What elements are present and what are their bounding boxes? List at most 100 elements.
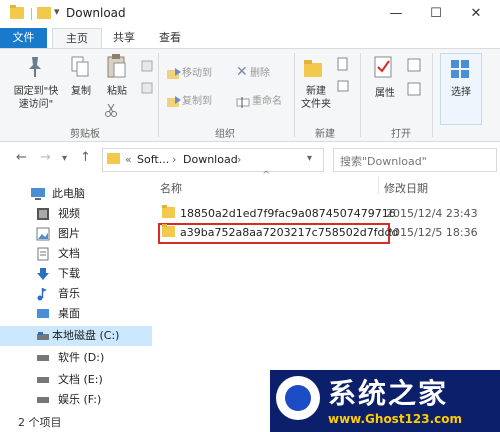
title-bar: ▾ Download — ☐ ✕ (0, 0, 500, 28)
nav-item-label: 本地磁盘 (C:) (52, 329, 120, 342)
nav-item-pictures[interactable]: 图片 (36, 224, 152, 244)
new-folder-label-1[interactable]: 新建 (296, 85, 336, 98)
rename-button[interactable]: 重命名 (252, 95, 298, 108)
new-item-icon[interactable] (336, 57, 350, 71)
music-icon (37, 288, 47, 301)
video-icon (37, 208, 49, 220)
watermark: 系统之家 www.Ghost123.com (270, 370, 500, 432)
qat-separator (31, 8, 32, 20)
paste-shortcut-icon[interactable] (140, 81, 154, 95)
nav-item-music[interactable]: 音乐 (36, 284, 152, 304)
tab-share[interactable]: 共享 (104, 28, 144, 48)
copy-button[interactable]: 复制 (64, 85, 98, 98)
easy-access-icon[interactable] (336, 79, 350, 93)
nav-item-local-disk-c[interactable]: 本地磁盘 (C:) (0, 326, 152, 346)
move-to-button[interactable]: 移动到 (182, 67, 238, 80)
minimize-button[interactable]: — (376, 2, 416, 26)
breadcrumb-item[interactable]: Soft... (137, 153, 169, 166)
cut-icon[interactable] (104, 103, 118, 117)
item-count: 2 个项目 (18, 416, 62, 429)
search-input[interactable]: 搜索"Download" (333, 148, 497, 172)
nav-item-label: 桌面 (58, 307, 80, 320)
nav-item-documents[interactable]: 文档 (36, 244, 152, 264)
nav-item-downloads[interactable]: 下载 (36, 264, 152, 284)
file-name: 18850a2d1ed7f9fac9a0874507479716 (180, 207, 396, 220)
folder-icon (107, 153, 120, 164)
ribbon-separator (294, 53, 295, 137)
watermark-title: 系统之家 (328, 377, 449, 410)
breadcrumb-separator[interactable]: › (237, 153, 241, 166)
folder-icon (162, 205, 175, 218)
ribbon-separator (158, 53, 159, 137)
nav-item-label: 此电脑 (52, 187, 85, 200)
nav-item-drive-f[interactable]: 娱乐 (F:) (36, 390, 152, 410)
select-button[interactable]: 选择 (440, 53, 482, 125)
paste-icon (107, 54, 126, 78)
table-row[interactable]: a39ba752a8aa7203217c758502d7fddd 2015/12… (158, 223, 500, 244)
pin-icon (29, 57, 41, 77)
nav-item-label: 音乐 (58, 287, 80, 300)
nav-item-this-pc[interactable]: 此电脑 (30, 184, 152, 204)
breadcrumb-current[interactable]: Download (183, 153, 238, 166)
drive-icon (37, 397, 49, 403)
file-date: 2015/12/5 18:36 (386, 226, 478, 239)
delete-icon: ✕ (236, 64, 248, 80)
nav-item-desktop[interactable]: 桌面 (36, 304, 152, 324)
table-row[interactable]: 18850a2d1ed7f9fac9a0874507479716 2015/12… (158, 204, 500, 223)
nav-item-label: 视频 (58, 207, 80, 220)
search-placeholder: 搜索"Download" (340, 155, 427, 168)
copy-path-icon[interactable] (140, 59, 154, 73)
nav-item-drive-d[interactable]: 软件 (D:) (36, 348, 152, 368)
open-group-label: 打开 (391, 129, 411, 140)
properties-button[interactable]: 属性 (368, 87, 402, 100)
breadcrumb-separator[interactable]: › (172, 153, 176, 166)
nav-item-label: 下载 (58, 267, 80, 280)
nav-item-label: 文档 (E:) (58, 373, 103, 386)
nav-item-label: 软件 (D:) (58, 351, 105, 364)
close-button[interactable]: ✕ (456, 2, 496, 26)
nav-item-videos[interactable]: 视频 (36, 204, 152, 224)
pin-button-label-1[interactable]: 固定到"快 (6, 85, 66, 98)
qat-dropdown-icon[interactable]: ▾ (54, 5, 60, 18)
organize-group-label: 组织 (215, 129, 235, 140)
paste-button[interactable]: 粘贴 (100, 85, 134, 98)
column-header-name[interactable]: 名称 (160, 180, 182, 196)
edit-icon[interactable] (406, 81, 422, 97)
tab-file[interactable]: 文件 (0, 28, 47, 48)
maximize-button[interactable]: ☐ (416, 2, 456, 26)
drive-icon (37, 355, 49, 361)
copy-icon (71, 56, 89, 77)
up-button[interactable]: ↑ (80, 150, 91, 165)
navigation-row: ← → ▾ ↑ « Soft... › Download › ▾ 搜索"Down… (0, 145, 500, 173)
drive-icon (37, 332, 49, 340)
ribbon-tabs: 文件 主页 共享 查看 (0, 28, 500, 49)
back-button[interactable]: ← (16, 150, 27, 165)
file-date: 2015/12/4 23:43 (386, 207, 478, 220)
recent-locations-icon[interactable]: ▾ (62, 153, 67, 164)
pin-button-label-2[interactable]: 速访问" (6, 98, 66, 111)
drive-icon (37, 377, 49, 383)
watermark-logo (276, 376, 320, 420)
column-header-date[interactable]: 修改日期 (384, 180, 428, 196)
column-divider[interactable] (378, 176, 379, 194)
folder-icon (10, 5, 24, 19)
tab-home[interactable]: 主页 (52, 28, 102, 49)
file-name: a39ba752a8aa7203217c758502d7fddd (180, 226, 399, 239)
address-bar[interactable]: « Soft... › Download › ▾ (102, 148, 324, 172)
clipboard-group-label: 剪贴板 (70, 129, 100, 140)
tab-view[interactable]: 查看 (150, 28, 190, 48)
new-folder-label-2[interactable]: 文件夹 (296, 98, 336, 111)
delete-button[interactable]: 删除 (250, 67, 290, 80)
forward-button[interactable]: → (40, 150, 51, 165)
picture-icon (36, 227, 50, 241)
open-icon[interactable] (406, 57, 422, 73)
nav-item-drive-e[interactable]: 文档 (E:) (36, 370, 152, 390)
new-folder-qat-icon[interactable] (37, 7, 51, 19)
address-dropdown-icon[interactable]: ▾ (307, 153, 312, 164)
copy-to-button[interactable]: 复制到 (182, 95, 238, 108)
navigation-pane: 此电脑 视频 图片 文档 下载 音乐 桌面 本地磁盘 (C:) 软件 (D:) … (0, 178, 152, 410)
desktop-icon (37, 309, 49, 318)
breadcrumb-overflow[interactable]: « (125, 153, 132, 166)
ribbon-separator (360, 53, 361, 137)
sort-ascending-icon: ^ (262, 170, 271, 181)
